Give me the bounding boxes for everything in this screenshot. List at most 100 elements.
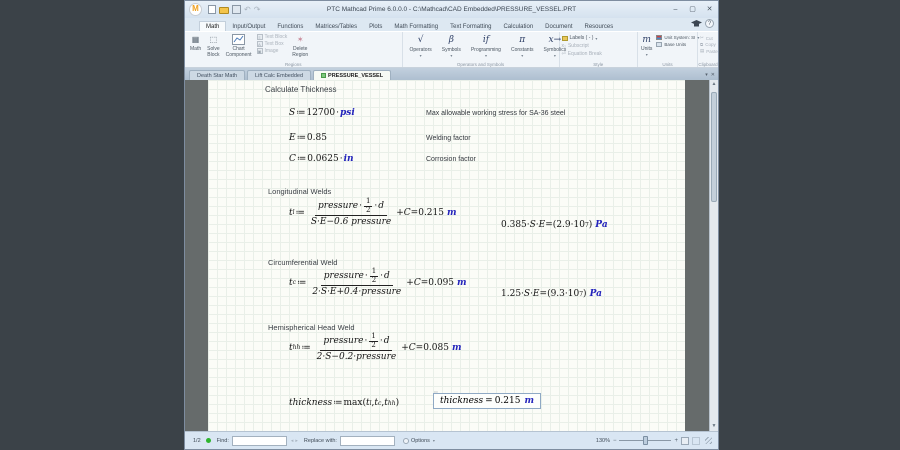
equation-break-button[interactable]: ⏎ Equation Break (562, 51, 602, 57)
variable: C (289, 154, 296, 164)
math-region-tc[interactable]: tc ≔ pressure · 12 · d 2·S·E+0.4·pressur… (289, 267, 467, 297)
find-previous-icon[interactable]: ◂ (291, 438, 294, 444)
programming-icon: if (482, 35, 490, 45)
operators-dropdown[interactable]: √ Operators ▾ (407, 33, 435, 59)
text-region-heading[interactable]: Calculate Thickness (265, 85, 336, 94)
zoom-in-icon[interactable]: + (674, 438, 678, 444)
resize-grip[interactable] (705, 437, 712, 444)
math-region-definition-S[interactable]: S ≔ 12700 · psi (289, 108, 355, 118)
delete-region-button[interactable]: ✶ Delete Region (290, 33, 310, 59)
mathcad-logo-icon[interactable]: M (189, 3, 202, 16)
mathcad-window: M ↶ ↷ PTC Mathcad Prime 6.0.0.0 - C:\Mat… (184, 0, 719, 450)
text-region-section-heading[interactable]: Longitudinal Welds (268, 187, 331, 196)
worksheet-area[interactable]: Calculate Thickness S ≔ 12700 · psi Max … (185, 80, 718, 431)
scroll-up-icon[interactable]: ▲ (710, 80, 718, 89)
help-icon[interactable]: ? (705, 19, 714, 28)
numerator-var: d (383, 336, 390, 347)
learning-center-icon[interactable] (691, 19, 702, 28)
doc-tab-pressure-vessel[interactable]: PRESSURE_VESSEL (313, 70, 392, 80)
replace-icon[interactable] (402, 437, 409, 444)
zoom-out-icon[interactable]: − (613, 438, 617, 444)
open-file-icon[interactable] (219, 7, 229, 14)
tab-document[interactable]: Document (539, 22, 578, 31)
doc-tab-lift-calc-embedded[interactable]: Lift Calc Embedded (247, 70, 312, 80)
zoom-slider-thumb[interactable] (643, 436, 649, 445)
chevron-down-icon[interactable]: ▾ (705, 72, 708, 78)
labels-dropdown[interactable]: Labels ( - ) ▾ (561, 35, 602, 41)
tab-plots[interactable]: Plots (363, 22, 388, 31)
fit-page-icon[interactable] (681, 436, 689, 445)
assign-operator: ≔ (296, 133, 306, 143)
chevron-down-icon[interactable]: ▾ (433, 438, 435, 443)
paren: ) (588, 220, 593, 230)
unit-system-dropdown[interactable]: Unit System: SI ▾ (656, 35, 699, 40)
tab-calculation[interactable]: Calculation (497, 22, 539, 31)
text-region-section-heading[interactable]: Hemispherical Head Weld (268, 323, 355, 332)
assign-operator: ≔ (295, 207, 305, 218)
close-button[interactable]: ✕ (701, 3, 718, 16)
tab-math[interactable]: Math (199, 21, 227, 31)
math-region-thickness-definition[interactable]: thickness ≔ max ( tl , tc , t hh ) (289, 398, 399, 408)
delete-region-icon: ✶ (296, 35, 304, 44)
paste-button[interactable]: ▤ Paste (700, 48, 718, 54)
chart-component-button[interactable]: Chart Component (224, 33, 254, 59)
variables: S·E (529, 220, 546, 230)
scrollbar-thumb[interactable] (711, 92, 717, 202)
math-region-definition-E[interactable]: E ≔ 0.85 (289, 133, 327, 143)
tab-math-formatting[interactable]: Math Formatting (388, 22, 444, 31)
find-input[interactable] (231, 435, 287, 446)
cut-button[interactable]: ✂ Cut (700, 35, 718, 41)
zoom-slider[interactable] (619, 436, 672, 445)
math-region-button[interactable]: ▦ Math (188, 33, 203, 53)
undo-icon[interactable]: ↶ (244, 5, 251, 14)
new-file-icon[interactable] (208, 5, 216, 14)
programming-dropdown[interactable]: if Programming ▾ (468, 33, 504, 59)
clipboard-group-label: Clipboard (698, 62, 718, 67)
redo-icon[interactable]: ↷ (254, 5, 261, 14)
scroll-down-icon[interactable]: ▼ (710, 422, 718, 431)
math-region-definition-C[interactable]: C ≔ 0.0625 · in (289, 154, 354, 164)
plus-operator: + (401, 342, 409, 353)
customize-toolbar-icon[interactable] (232, 5, 241, 14)
text-region-note[interactable]: Max allowable working stress for SA-36 s… (426, 110, 565, 117)
subscript: hh (387, 399, 396, 407)
text-region-section-heading[interactable]: Circumferential Weld (268, 258, 337, 267)
options-button[interactable]: Options (411, 438, 430, 444)
find-next-icon[interactable]: ▸ (295, 438, 298, 444)
tab-resources[interactable]: Resources (579, 22, 620, 31)
replace-input[interactable] (339, 435, 395, 446)
function-name: max (343, 398, 363, 408)
tab-matrices-tables[interactable]: Matrices/Tables (309, 22, 363, 31)
math-region-thickness-result-selected[interactable]: thickness = 0.215 m (433, 393, 541, 409)
fit-width-icon[interactable] (692, 436, 700, 445)
vertical-scrollbar[interactable]: ▲ ▼ (709, 80, 718, 431)
base-units-button[interactable]: Base Units (656, 42, 699, 47)
worksheet-page[interactable]: Calculate Thickness S ≔ 12700 · psi Max … (208, 80, 685, 431)
tab-input-output[interactable]: Input/Output (226, 22, 271, 31)
image-button[interactable]: ▣ Image (256, 48, 288, 54)
text-block-button[interactable]: ≡ Text Block (256, 34, 287, 40)
math-region-side-check[interactable]: 1.25· S·E = ( 9.3·10 7 ) Pa (501, 289, 602, 299)
text-region-note[interactable]: Welding factor (426, 135, 471, 142)
minimize-button[interactable]: – (667, 3, 684, 16)
ribbon-group-regions: ▦ Math ⬚ Solve Block Chart Component ≡ Te… (185, 32, 403, 67)
unit: m (446, 207, 457, 218)
maximize-button[interactable]: ▢ (684, 3, 701, 16)
units-dropdown[interactable]: m Units ▾ (640, 33, 653, 58)
close-document-icon[interactable]: ✕ (711, 72, 715, 78)
result-value: 0.215 (418, 207, 444, 218)
text-region-note[interactable]: Corrosion factor (426, 156, 476, 163)
unit: in (343, 154, 354, 164)
tab-text-formatting[interactable]: Text Formatting (444, 22, 497, 31)
copy-button[interactable]: ⧉ Copy (700, 42, 718, 47)
math-region-tl[interactable]: tl ≔ pressure · 12 · d S·E−0.6 pressure … (289, 197, 457, 227)
subscript-button[interactable]: x₂ Subscript (562, 43, 602, 49)
solve-block-button[interactable]: ⬚ Solve Block (205, 33, 222, 59)
text-box-button[interactable]: A Text Box (256, 41, 288, 47)
math-region-side-check[interactable]: 0.385· S·E = ( 2.9·10 7 ) Pa (501, 220, 608, 230)
tab-functions[interactable]: Functions (271, 22, 309, 31)
constants-dropdown[interactable]: π Constants ▾ (508, 33, 537, 59)
math-region-thh[interactable]: t hh ≔ pressure · 12 · d 2·S−0.2·pressure… (289, 332, 461, 362)
doc-tab-death-star-math[interactable]: Death Star Math (189, 70, 246, 80)
symbols-dropdown[interactable]: β Symbols ▾ (439, 33, 464, 59)
